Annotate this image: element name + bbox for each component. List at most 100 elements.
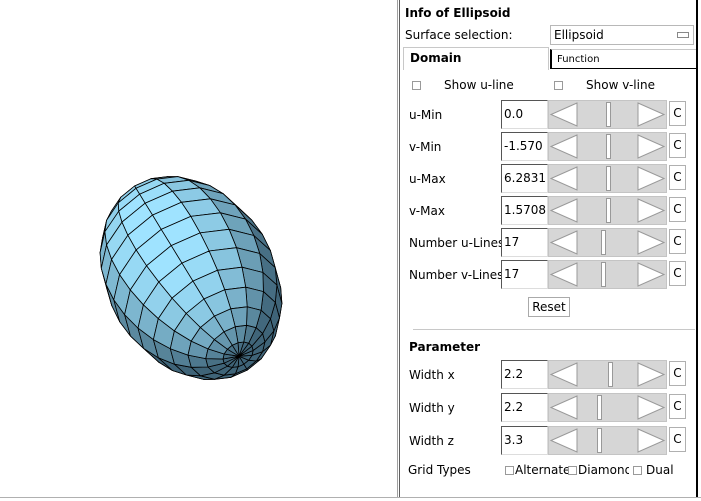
diamond-checkbox[interactable] [568,465,577,475]
show-u-line-label: Show u-line [444,78,514,92]
surface-selection-label: Surface selection: [405,28,513,42]
row-label: u-Max [409,172,446,186]
slider-thumb[interactable] [608,362,613,387]
increment-arrow-icon[interactable] [637,165,666,192]
decrement-arrow-icon[interactable] [549,361,578,388]
reset-value-button[interactable]: C [669,229,686,254]
slider-thumb[interactable] [606,134,611,159]
increment-arrow-icon[interactable] [637,229,666,256]
reset-value-button[interactable]: C [669,133,686,158]
slider-row: u-Max 6.2831 C [400,163,696,193]
reset-value-button[interactable]: C [669,261,686,286]
increment-arrow-icon[interactable] [637,133,666,160]
grid-types-label: Grid Types [408,463,471,477]
slider-row: Number v-Lines 17 C [400,259,696,289]
decrement-arrow-icon[interactable] [549,101,578,128]
alternate-label: Alternate [515,463,569,477]
value-input[interactable]: 0.0 [501,100,548,129]
value-slider[interactable] [548,426,667,455]
slider-row: Width x 2.2 C [400,359,696,389]
slider-row: Number u-Lines 17 C [400,227,696,257]
reset-value-button[interactable]: C [669,427,686,452]
diamond-label: Diamond [578,463,629,477]
slider-thumb[interactable] [601,262,606,287]
grid-type-diamond[interactable]: Diamond [568,463,629,477]
reset-value-button[interactable]: C [669,361,686,386]
window-border [696,0,698,497]
increment-arrow-icon[interactable] [637,361,666,388]
value-input[interactable]: 17 [501,260,548,289]
increment-arrow-icon[interactable] [637,101,666,128]
row-label: Number u-Lines [409,236,505,250]
row-label: Width y [409,401,455,415]
value-input[interactable]: 6.2831 [501,164,548,193]
value-slider[interactable] [548,360,667,389]
decrement-arrow-icon[interactable] [549,427,578,454]
tab-domain[interactable]: Domain [403,47,549,70]
value-slider[interactable] [548,228,667,257]
slider-thumb[interactable] [606,102,611,127]
grid-type-alternate[interactable]: Alternate [505,463,569,477]
alternate-checkbox[interactable] [505,465,514,475]
reset-value-button[interactable]: C [669,394,686,419]
value-input[interactable]: 2.2 [501,393,548,422]
decrement-arrow-icon[interactable] [549,197,578,224]
slider-row: Width y 2.2 C [400,392,696,422]
show-u-line-checkbox[interactable] [412,81,421,90]
3d-viewer-canvas[interactable] [0,0,397,497]
surface-selection-value: Ellipsoid [554,28,604,42]
show-v-line-checkbox[interactable] [554,81,563,90]
row-label: Width x [409,368,455,382]
value-input[interactable]: 3.3 [501,426,548,455]
decrement-arrow-icon[interactable] [549,394,578,421]
dual-label: Dual [646,463,674,477]
reset-value-button[interactable]: C [669,101,686,126]
parameter-title: Parameter [409,340,481,354]
increment-arrow-icon[interactable] [637,394,666,421]
dual-checkbox[interactable] [633,465,642,475]
dropdown-toggle-icon[interactable] [677,32,689,38]
slider-row: u-Min 0.0 C [400,99,696,129]
value-input[interactable]: 1.5708 [501,196,548,225]
surface-selection-dropdown[interactable]: Ellipsoid [550,25,694,45]
value-input[interactable]: 2.2 [501,360,548,389]
divider [0,497,701,498]
ellipsoid-surface[interactable] [0,0,397,497]
value-slider[interactable] [548,132,667,161]
section-divider [413,329,695,330]
decrement-arrow-icon[interactable] [549,165,578,192]
slider-thumb[interactable] [606,198,611,223]
row-label: Number v-Lines [409,268,504,282]
tab-domain-label: Domain [410,51,462,65]
row-label: u-Min [409,108,443,122]
increment-arrow-icon[interactable] [637,427,666,454]
decrement-arrow-icon[interactable] [549,133,578,160]
row-label: v-Max [409,204,445,218]
decrement-arrow-icon[interactable] [549,261,578,288]
slider-row: v-Min -1.570 C [400,131,696,161]
grid-type-dual[interactable]: Dual [633,463,674,477]
reset-value-button[interactable]: C [669,197,686,222]
slider-thumb[interactable] [597,428,602,453]
slider-thumb[interactable] [606,166,611,191]
divider [397,0,398,497]
slider-thumb[interactable] [601,230,606,255]
value-slider[interactable] [548,164,667,193]
value-input[interactable]: 17 [501,228,548,257]
value-slider[interactable] [548,260,667,289]
tab-function[interactable]: Function [550,49,696,69]
reset-button[interactable]: Reset [528,297,570,317]
value-slider[interactable] [548,393,667,422]
value-input[interactable]: -1.570 [501,132,548,161]
info-panel: Info of Ellipsoid Surface selection: Ell… [400,0,696,497]
decrement-arrow-icon[interactable] [549,229,578,256]
value-slider[interactable] [548,100,667,129]
slider-row: v-Max 1.5708 C [400,195,696,225]
increment-arrow-icon[interactable] [637,197,666,224]
reset-value-button[interactable]: C [669,165,686,190]
panel-title: Info of Ellipsoid [405,6,511,20]
slider-row: Width z 3.3 C [400,425,696,455]
increment-arrow-icon[interactable] [637,261,666,288]
slider-thumb[interactable] [597,395,602,420]
value-slider[interactable] [548,196,667,225]
